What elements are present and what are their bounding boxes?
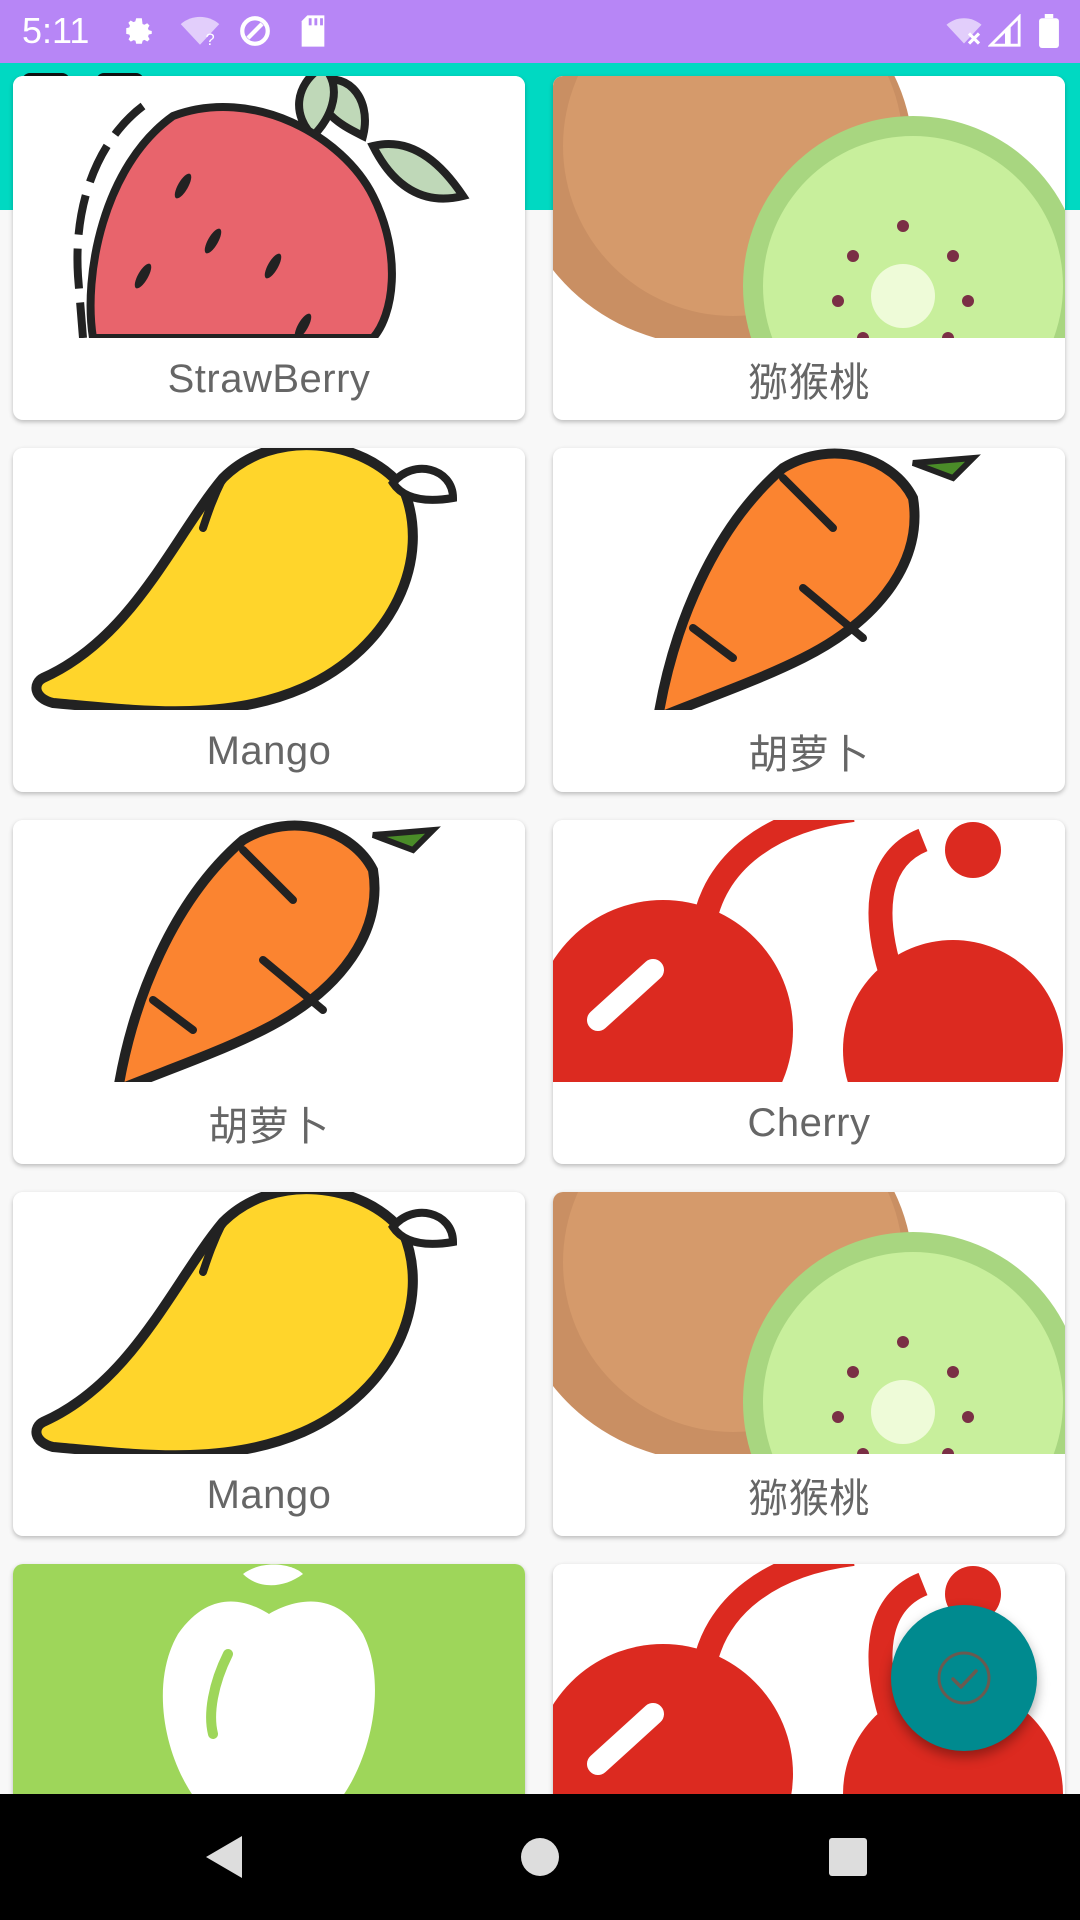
status-time: 5:11 [22, 10, 90, 51]
carrot-image [553, 448, 1065, 710]
fruit-card-label: Mango [206, 728, 332, 773]
fruit-card[interactable]: 胡萝卜 [553, 448, 1065, 792]
fruit-card[interactable]: 猕猴桃 [553, 1192, 1065, 1536]
svg-text:?: ? [206, 31, 215, 48]
sd-card-icon [301, 15, 325, 47]
fruit-card[interactable]: StrawBerry [13, 76, 525, 420]
apple-image [13, 1564, 525, 1826]
kiwi-image [553, 76, 1065, 338]
signal-icon [988, 14, 1021, 47]
mango-image [13, 1192, 525, 1454]
back-icon[interactable] [192, 1824, 258, 1890]
fruit-card[interactable]: Mango [13, 448, 525, 792]
settings-icon [126, 18, 152, 44]
recents-icon[interactable] [815, 1824, 881, 1890]
status-bar: 5:11 ? [0, 0, 1080, 63]
navigation-bar [0, 1794, 1080, 1920]
fruit-card-label: StrawBerry [167, 356, 371, 401]
fab-button[interactable] [891, 1605, 1037, 1751]
battery-icon [1039, 14, 1059, 48]
wifi-off-icon [946, 18, 982, 45]
fruit-card-label: Mango [206, 1472, 332, 1517]
fruit-card-label: 猕猴桃 [748, 361, 870, 405]
fruit-card-label: 胡萝卜 [208, 1105, 330, 1149]
fruit-card[interactable]: 胡萝卜 [13, 820, 525, 1164]
fruit-card[interactable]: Cherry [553, 820, 1065, 1164]
check-circle-icon [937, 1651, 991, 1705]
fruit-card[interactable]: Mango [13, 1192, 525, 1536]
kiwi-image [553, 1192, 1065, 1454]
fruit-card-label: 胡萝卜 [748, 733, 870, 777]
fruit-card-label: Cherry [747, 1100, 871, 1145]
fruit-card-label: 猕猴桃 [748, 1477, 870, 1521]
wifi-question-icon: ? [180, 16, 220, 48]
strawberry-image [13, 76, 525, 338]
fruit-card[interactable]: 猕猴桃 [553, 76, 1065, 420]
mango-image [13, 448, 525, 710]
cherry-image [553, 820, 1065, 1082]
carrot-image [13, 820, 525, 1082]
home-icon[interactable] [507, 1824, 573, 1890]
sync-icon [240, 16, 270, 46]
